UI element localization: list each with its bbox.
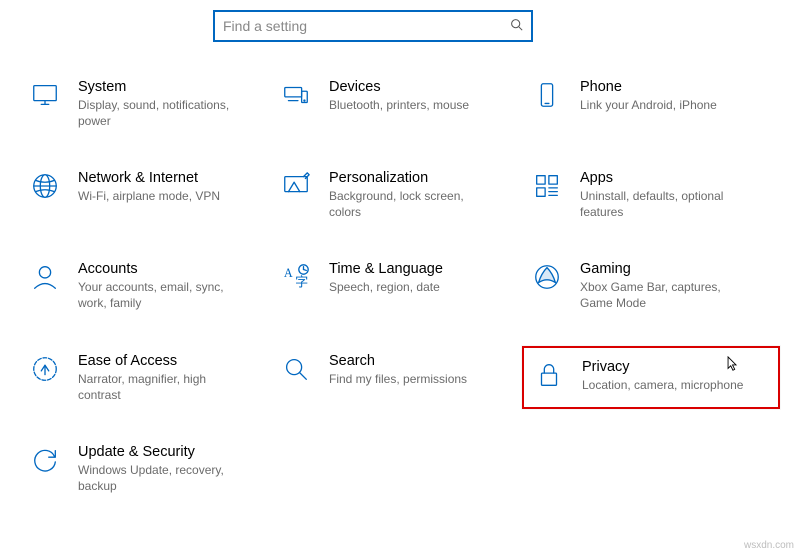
- tile-system[interactable]: System Display, sound, notifications, po…: [20, 72, 260, 135]
- lock-icon: [532, 358, 566, 392]
- tile-desc: Display, sound, notifications, power: [78, 97, 248, 129]
- tile-desc: Find my files, permissions: [329, 371, 467, 387]
- tile-desc: Narrator, magnifier, high contrast: [78, 371, 248, 403]
- search-icon: [510, 18, 523, 34]
- svg-text:A: A: [284, 266, 293, 280]
- ease-of-access-icon: [28, 352, 62, 386]
- time-language-icon: A字: [279, 260, 313, 294]
- tile-desc: Uninstall, defaults, optional features: [580, 188, 750, 220]
- tile-network[interactable]: Network & Internet Wi-Fi, airplane mode,…: [20, 163, 260, 226]
- tile-search[interactable]: Search Find my files, permissions: [271, 346, 511, 409]
- accounts-icon: [28, 260, 62, 294]
- update-icon: [28, 443, 62, 477]
- tile-desc: Link your Android, iPhone: [580, 97, 717, 113]
- settings-grid: System Display, sound, notifications, po…: [0, 72, 800, 500]
- tile-phone[interactable]: Phone Link your Android, iPhone: [522, 72, 762, 135]
- tile-desc: Xbox Game Bar, captures, Game Mode: [580, 279, 750, 311]
- tile-desc: Speech, region, date: [329, 279, 443, 295]
- search-input[interactable]: [223, 18, 504, 34]
- mouse-cursor-icon: [727, 356, 738, 372]
- tile-title: Phone: [580, 78, 717, 97]
- tile-title: Privacy: [582, 358, 743, 377]
- phone-icon: [530, 78, 564, 112]
- tile-privacy[interactable]: Privacy Location, camera, microphone: [522, 346, 780, 409]
- search-container: [213, 10, 533, 42]
- tile-gaming[interactable]: Gaming Xbox Game Bar, captures, Game Mod…: [522, 254, 762, 317]
- paint-icon: [279, 169, 313, 203]
- tile-title: Network & Internet: [78, 169, 220, 188]
- tile-title: System: [78, 78, 248, 97]
- tile-desc: Wi-Fi, airplane mode, VPN: [78, 188, 220, 204]
- tile-time-language[interactable]: A字 Time & Language Speech, region, date: [271, 254, 511, 317]
- tile-title: Devices: [329, 78, 469, 97]
- display-icon: [28, 78, 62, 112]
- tile-desc: Location, camera, microphone: [582, 377, 743, 393]
- tile-desc: Windows Update, recovery, backup: [78, 462, 248, 494]
- tile-personalization[interactable]: Personalization Background, lock screen,…: [271, 163, 511, 226]
- apps-icon: [530, 169, 564, 203]
- svg-text:字: 字: [295, 275, 308, 290]
- tile-desc: Your accounts, email, sync, work, family: [78, 279, 248, 311]
- tile-title: Accounts: [78, 260, 248, 279]
- watermark: wsxdn.com: [744, 540, 794, 551]
- tile-devices[interactable]: Devices Bluetooth, printers, mouse: [271, 72, 511, 135]
- tile-title: Personalization: [329, 169, 499, 188]
- devices-icon: [279, 78, 313, 112]
- tile-title: Search: [329, 352, 467, 371]
- tile-title: Update & Security: [78, 443, 248, 462]
- tile-desc: Bluetooth, printers, mouse: [329, 97, 469, 113]
- gaming-icon: [530, 260, 564, 294]
- tile-title: Time & Language: [329, 260, 443, 279]
- tile-title: Gaming: [580, 260, 750, 279]
- tile-apps[interactable]: Apps Uninstall, defaults, optional featu…: [522, 163, 762, 226]
- tile-title: Apps: [580, 169, 750, 188]
- magnifier-icon: [279, 352, 313, 386]
- tile-ease-of-access[interactable]: Ease of Access Narrator, magnifier, high…: [20, 346, 260, 409]
- tile-title: Ease of Access: [78, 352, 248, 371]
- tile-accounts[interactable]: Accounts Your accounts, email, sync, wor…: [20, 254, 260, 317]
- globe-icon: [28, 169, 62, 203]
- tile-update-security[interactable]: Update & Security Windows Update, recove…: [20, 437, 260, 500]
- search-box[interactable]: [213, 10, 533, 42]
- tile-desc: Background, lock screen, colors: [329, 188, 499, 220]
